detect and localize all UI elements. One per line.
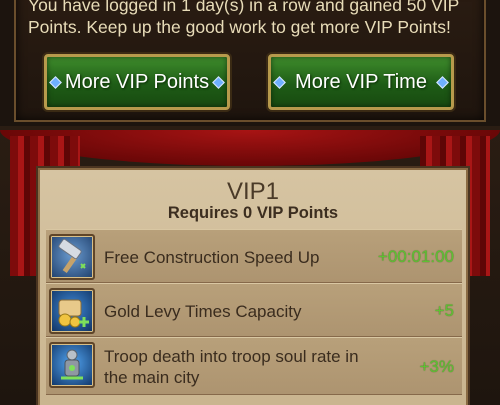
perk-value: +5 bbox=[434, 301, 454, 320]
more-vip-time-button[interactable]: More VIP Time bbox=[268, 54, 454, 110]
troop-soul-icon bbox=[49, 342, 95, 388]
more-vip-time-label: More VIP Time bbox=[295, 70, 427, 93]
gem-icon bbox=[436, 76, 449, 89]
gem-icon bbox=[273, 76, 286, 89]
vip-message-text: You have logged in 1 day(s) in a row and… bbox=[28, 0, 460, 37]
hammer-icon bbox=[49, 234, 95, 280]
perk-label: Free Construction Speed Up bbox=[104, 247, 320, 267]
perk-value: +3% bbox=[419, 357, 455, 376]
perk-row: Gold Levy Times Capacity +5 bbox=[46, 283, 462, 337]
gem-icon bbox=[212, 76, 225, 89]
perk-row: Free Construction Speed Up +00:01:00 bbox=[46, 229, 462, 283]
gold-levy-icon bbox=[49, 288, 95, 334]
perk-label: Troop death into troop soul rate in the … bbox=[104, 347, 359, 387]
more-vip-points-button[interactable]: More VIP Points bbox=[44, 54, 230, 110]
perk-label: Gold Levy Times Capacity bbox=[104, 301, 302, 321]
vip-level-card: VIP1 Requires 0 VIP Points Free Construc… bbox=[38, 168, 468, 405]
gem-icon bbox=[49, 76, 62, 89]
more-vip-points-label: More VIP Points bbox=[64, 70, 210, 93]
vip-requirement: Requires 0 VIP Points bbox=[167, 204, 339, 222]
perk-value: +00:01:00 bbox=[377, 247, 454, 266]
perk-row: Troop death into troop soul rate in the … bbox=[46, 337, 462, 395]
vip-level-title: VIP1 bbox=[226, 178, 280, 205]
